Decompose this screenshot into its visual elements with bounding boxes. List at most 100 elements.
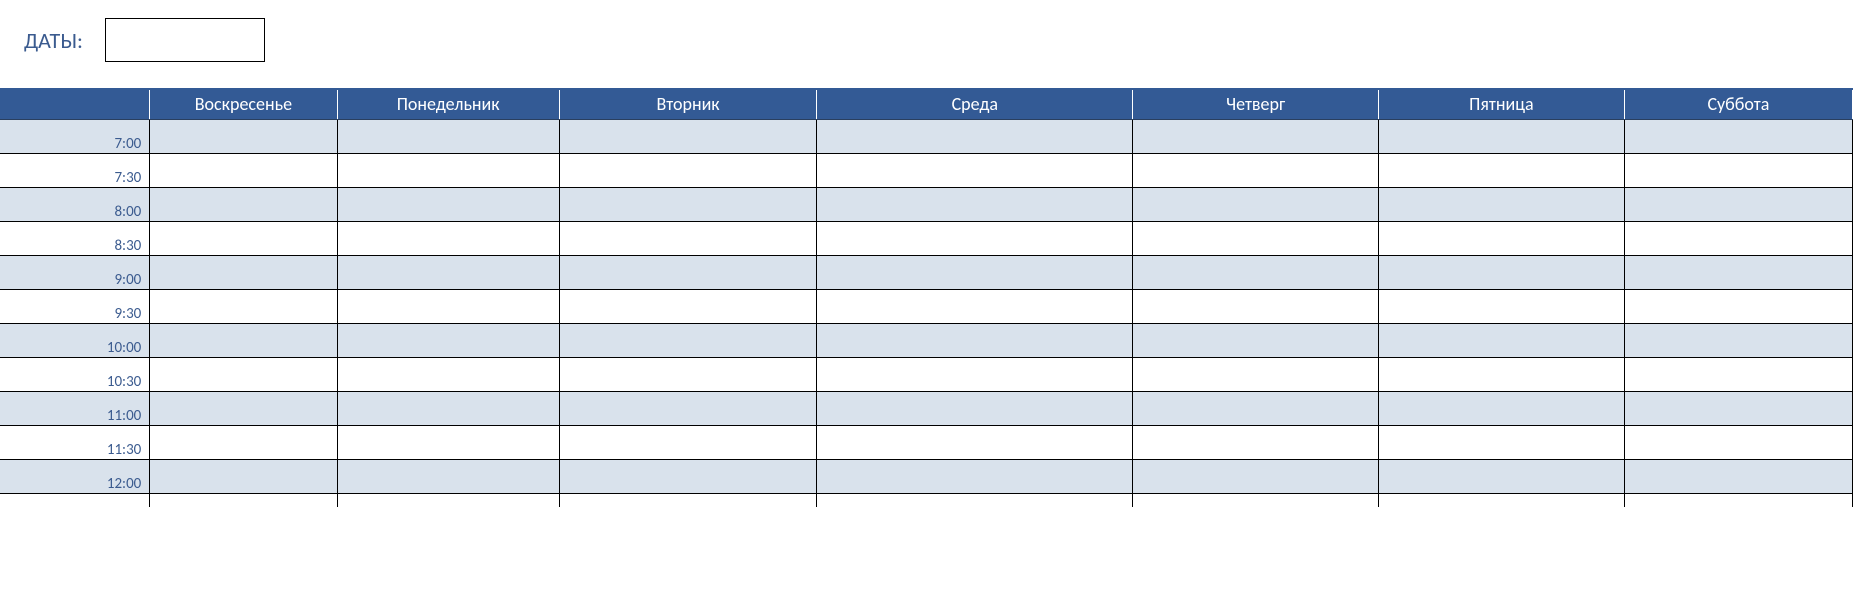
schedule-cell[interactable]	[1133, 153, 1379, 187]
schedule-cell[interactable]	[1624, 493, 1852, 507]
schedule-cell[interactable]	[817, 357, 1133, 391]
schedule-cell[interactable]	[1624, 187, 1852, 221]
schedule-cell[interactable]	[1624, 459, 1852, 493]
schedule-cell[interactable]	[1624, 425, 1852, 459]
schedule-cell[interactable]	[1379, 289, 1625, 323]
schedule-cell[interactable]	[1624, 153, 1852, 187]
time-cell: 7:00	[0, 119, 150, 153]
schedule-cell[interactable]	[337, 153, 559, 187]
schedule-cell[interactable]	[559, 391, 816, 425]
schedule-cell[interactable]	[1133, 357, 1379, 391]
schedule-cell[interactable]	[150, 391, 337, 425]
schedule-cell[interactable]	[559, 153, 816, 187]
schedule-cell[interactable]	[150, 425, 337, 459]
table-row: 9:30	[0, 289, 1853, 323]
schedule-cell[interactable]	[1624, 255, 1852, 289]
schedule-cell[interactable]	[1133, 493, 1379, 507]
schedule-cell[interactable]	[1133, 289, 1379, 323]
schedule-cell[interactable]	[1133, 119, 1379, 153]
schedule-cell[interactable]	[1133, 187, 1379, 221]
dates-input[interactable]	[105, 18, 265, 62]
table-row: 7:00	[0, 119, 1853, 153]
schedule-cell[interactable]	[1624, 221, 1852, 255]
schedule-cell[interactable]	[1379, 153, 1625, 187]
schedule-cell[interactable]	[1624, 391, 1852, 425]
schedule-cell[interactable]	[337, 119, 559, 153]
schedule-cell[interactable]	[817, 323, 1133, 357]
schedule-cell[interactable]	[150, 187, 337, 221]
schedule-cell[interactable]	[337, 459, 559, 493]
schedule-cell[interactable]	[1624, 357, 1852, 391]
schedule-cell[interactable]	[559, 187, 816, 221]
time-cell: 10:00	[0, 323, 150, 357]
schedule-cell[interactable]	[150, 323, 337, 357]
schedule-cell[interactable]	[337, 187, 559, 221]
schedule-cell[interactable]	[1133, 425, 1379, 459]
schedule-cell[interactable]	[1379, 119, 1625, 153]
schedule-cell[interactable]	[150, 153, 337, 187]
schedule-cell[interactable]	[1379, 391, 1625, 425]
schedule-cell[interactable]	[1133, 459, 1379, 493]
schedule-cell[interactable]	[337, 289, 559, 323]
schedule-cell[interactable]	[559, 425, 816, 459]
schedule-cell[interactable]	[337, 357, 559, 391]
schedule-cell[interactable]	[1379, 255, 1625, 289]
time-cell: 9:00	[0, 255, 150, 289]
schedule-cell[interactable]	[1379, 357, 1625, 391]
schedule-cell[interactable]	[1133, 221, 1379, 255]
time-cell: 11:00	[0, 391, 150, 425]
schedule-cell[interactable]	[150, 357, 337, 391]
schedule-cell[interactable]	[1379, 459, 1625, 493]
time-cell	[0, 493, 150, 507]
schedule-cell[interactable]	[1133, 391, 1379, 425]
schedule-cell[interactable]	[337, 391, 559, 425]
schedule-cell[interactable]	[817, 187, 1133, 221]
schedule-cell[interactable]	[1624, 289, 1852, 323]
schedule-cell[interactable]	[337, 323, 559, 357]
schedule-cell[interactable]	[559, 493, 816, 507]
schedule-cell[interactable]	[817, 153, 1133, 187]
day-header-sun: Воскресенье	[150, 89, 337, 119]
schedule-cell[interactable]	[1133, 323, 1379, 357]
dates-header-section: ДАТЫ:	[0, 0, 1853, 88]
schedule-cell[interactable]	[559, 255, 816, 289]
day-header-mon: Понедельник	[337, 89, 559, 119]
schedule-cell[interactable]	[817, 289, 1133, 323]
schedule-cell[interactable]	[817, 221, 1133, 255]
schedule-cell[interactable]	[150, 459, 337, 493]
schedule-cell[interactable]	[337, 493, 559, 507]
schedule-cell[interactable]	[150, 493, 337, 507]
schedule-cell[interactable]	[337, 425, 559, 459]
schedule-cell[interactable]	[1624, 323, 1852, 357]
table-row: 11:00	[0, 391, 1853, 425]
schedule-cell[interactable]	[1379, 221, 1625, 255]
schedule-cell[interactable]	[559, 221, 816, 255]
schedule-cell[interactable]	[1133, 255, 1379, 289]
schedule-cell[interactable]	[817, 255, 1133, 289]
schedule-cell[interactable]	[150, 255, 337, 289]
schedule-cell[interactable]	[337, 221, 559, 255]
schedule-cell[interactable]	[150, 119, 337, 153]
time-cell: 12:00	[0, 459, 150, 493]
schedule-cell[interactable]	[817, 493, 1133, 507]
schedule-cell[interactable]	[337, 255, 559, 289]
schedule-cell[interactable]	[817, 459, 1133, 493]
schedule-cell[interactable]	[559, 459, 816, 493]
schedule-cell[interactable]	[559, 289, 816, 323]
schedule-cell[interactable]	[817, 425, 1133, 459]
schedule-cell[interactable]	[559, 323, 816, 357]
schedule-cell[interactable]	[150, 221, 337, 255]
schedule-cell[interactable]	[150, 289, 337, 323]
time-cell: 8:30	[0, 221, 150, 255]
schedule-cell[interactable]	[1624, 119, 1852, 153]
schedule-cell[interactable]	[1379, 187, 1625, 221]
schedule-cell[interactable]	[1379, 493, 1625, 507]
schedule-cell[interactable]	[817, 391, 1133, 425]
day-header-thu: Четверг	[1133, 89, 1379, 119]
schedule-cell[interactable]	[817, 119, 1133, 153]
table-row: 8:00	[0, 187, 1853, 221]
schedule-cell[interactable]	[559, 119, 816, 153]
schedule-cell[interactable]	[1379, 323, 1625, 357]
schedule-cell[interactable]	[1379, 425, 1625, 459]
schedule-cell[interactable]	[559, 357, 816, 391]
